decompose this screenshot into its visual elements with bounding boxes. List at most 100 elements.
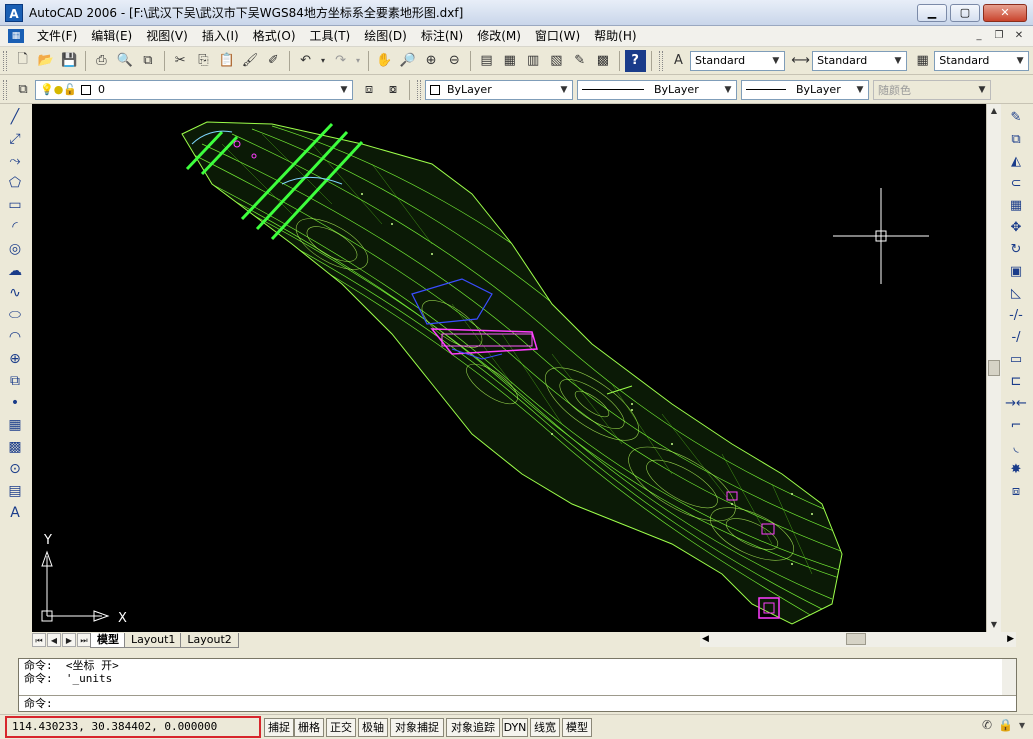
tool-palettes-icon[interactable]: ▥	[522, 50, 543, 72]
lineweight-button[interactable]: 线宽	[530, 718, 560, 737]
tab-layout1[interactable]: Layout1	[124, 632, 183, 648]
region-icon[interactable]: ⊙	[3, 458, 27, 480]
ellipse-arc-icon[interactable]: ◠	[3, 326, 27, 348]
move-icon[interactable]: ✥	[1003, 216, 1029, 238]
stretch-icon[interactable]: ◺	[1003, 282, 1029, 304]
menu-file[interactable]: 文件(F)	[30, 26, 84, 46]
calculator-icon[interactable]: ▩	[592, 50, 613, 72]
tray-settings-icon[interactable]: ▾	[1019, 718, 1025, 732]
layer-previous-icon[interactable]: ⧇	[382, 79, 404, 101]
menu-modify[interactable]: 修改(M)	[470, 26, 528, 46]
toolbar-grip[interactable]	[417, 79, 421, 100]
first-tab-icon[interactable]: ⏮	[32, 633, 46, 647]
dim-style-icon[interactable]: ⟷	[790, 50, 811, 72]
plot-icon[interactable]: ⎙	[91, 50, 112, 72]
grid-button[interactable]: 栅格	[294, 718, 324, 737]
doc-close-icon[interactable]: ✕	[1011, 28, 1027, 44]
redo-dropdown-icon[interactable]: ▾	[353, 50, 363, 72]
zoom-realtime-icon[interactable]: 🔎	[397, 50, 418, 72]
circle-icon[interactable]: ◎	[3, 238, 27, 260]
match-properties-icon[interactable]: 🖌	[239, 50, 260, 72]
lineweight-select[interactable]: ByLayer ▼	[741, 79, 869, 100]
explode-icon[interactable]: ✸	[1003, 458, 1029, 480]
tab-model[interactable]: 模型	[90, 632, 126, 648]
ellipse-icon[interactable]: ⬭	[3, 304, 27, 326]
osnap-button[interactable]: 对象捕捉	[390, 718, 444, 737]
maximize-button[interactable]: ▢	[950, 4, 980, 22]
doc-minimize-icon[interactable]: _	[971, 28, 987, 44]
autocad-logo-icon[interactable]: A	[5, 3, 23, 22]
break-at-point-icon[interactable]: ▭	[1003, 348, 1029, 370]
vertical-scroll-thumb[interactable]	[988, 360, 1000, 376]
rotate-icon[interactable]: ↻	[1003, 238, 1029, 260]
menu-dimension[interactable]: 标注(N)	[414, 26, 470, 46]
arc-icon[interactable]: ◜	[3, 216, 27, 238]
table-style-select[interactable]: Standard ▼	[934, 50, 1030, 71]
hatch-icon[interactable]: ▦	[3, 414, 27, 436]
erase-icon[interactable]: ✎	[1003, 106, 1029, 128]
color-select[interactable]: ByLayer ▼	[425, 79, 573, 100]
publish-icon[interactable]: ⧉	[137, 50, 158, 72]
pan-icon[interactable]: ✋	[374, 50, 395, 72]
ortho-button[interactable]: 正交	[326, 718, 356, 737]
menu-view[interactable]: 视图(V)	[139, 26, 195, 46]
plot-preview-icon[interactable]: 🔍	[114, 50, 135, 72]
layer-manager-icon[interactable]: ⧉	[12, 79, 34, 101]
array-icon[interactable]: ▦	[1003, 194, 1029, 216]
document-menu-icon[interactable]: ▦	[8, 29, 24, 43]
command-scrollbar[interactable]	[1002, 659, 1016, 695]
command-window[interactable]: 命令: <坐标 开> 命令: '_units 命令:	[18, 658, 1017, 712]
linetype-select[interactable]: ByLayer ▼	[577, 79, 737, 100]
scroll-right-icon[interactable]: ▶	[1007, 632, 1014, 647]
point-icon[interactable]: •	[3, 392, 27, 414]
close-button[interactable]: ✕	[983, 4, 1027, 22]
model-button[interactable]: 模型	[562, 718, 592, 737]
make-layer-current-icon[interactable]: ⧈	[358, 79, 380, 101]
dim-style-select[interactable]: Standard ▼	[812, 50, 907, 71]
undo-dropdown-icon[interactable]: ▾	[318, 50, 328, 72]
polygon-icon[interactable]: ⬠	[3, 172, 27, 194]
dyn-button[interactable]: DYN	[502, 718, 528, 737]
chamfer-icon[interactable]: ⌐	[1003, 414, 1029, 436]
sheet-set-icon[interactable]: ▧	[546, 50, 567, 72]
text-style-select[interactable]: Standard ▼	[690, 50, 785, 71]
save-icon[interactable]: 💾	[59, 50, 80, 72]
design-center-icon[interactable]: ▦	[499, 50, 520, 72]
toolbar-grip[interactable]	[3, 50, 7, 71]
trim-icon[interactable]: -/-	[1003, 304, 1029, 326]
drawing-canvas[interactable]: Y X	[32, 104, 986, 632]
join-icon[interactable]: →←	[1003, 392, 1029, 414]
prev-tab-icon[interactable]: ◀	[47, 633, 61, 647]
doc-restore-icon[interactable]: ❐	[991, 28, 1007, 44]
last-tab-icon[interactable]: ⏭	[77, 633, 91, 647]
snap-button[interactable]: 捕捉	[264, 718, 294, 737]
redo-icon[interactable]: ↷	[330, 50, 351, 72]
table-style-icon[interactable]: ▦	[912, 50, 933, 72]
layer-select[interactable]: 💡 ● 🔓 0 ▼	[35, 79, 353, 100]
toolbar-lock-icon[interactable]: 🔒	[998, 718, 1013, 732]
otrack-button[interactable]: 对象追踪	[446, 718, 500, 737]
horizontal-scroll-thumb[interactable]	[846, 633, 866, 645]
gradient-icon[interactable]: ▩	[3, 436, 27, 458]
offset-icon[interactable]: ⊂	[1003, 172, 1029, 194]
block-editor-icon[interactable]: ✐	[263, 50, 284, 72]
multiline-text-icon[interactable]: A	[3, 502, 27, 524]
minimize-button[interactable]: ▁	[917, 4, 947, 22]
fillet-icon[interactable]: ◟	[1003, 436, 1029, 458]
draw-order-icon[interactable]: ⧈	[1003, 480, 1029, 502]
open-file-icon[interactable]: 📂	[35, 50, 56, 72]
menu-tools[interactable]: 工具(T)	[303, 26, 358, 46]
menu-draw[interactable]: 绘图(D)	[357, 26, 414, 46]
insert-block-icon[interactable]: ⊕	[3, 348, 27, 370]
menu-help[interactable]: 帮助(H)	[587, 26, 643, 46]
cut-icon[interactable]: ✂	[170, 50, 191, 72]
scroll-down-icon[interactable]: ▼	[987, 618, 1001, 632]
polar-button[interactable]: 极轴	[358, 718, 388, 737]
command-input-row[interactable]: 命令:	[19, 695, 1016, 711]
toolbar-grip[interactable]	[3, 79, 7, 100]
menu-insert[interactable]: 插入(I)	[195, 26, 246, 46]
markup-icon[interactable]: ✎	[569, 50, 590, 72]
revision-cloud-icon[interactable]: ☁	[3, 260, 27, 282]
make-block-icon[interactable]: ⧉	[3, 370, 27, 392]
zoom-window-icon[interactable]: ⊕	[420, 50, 441, 72]
